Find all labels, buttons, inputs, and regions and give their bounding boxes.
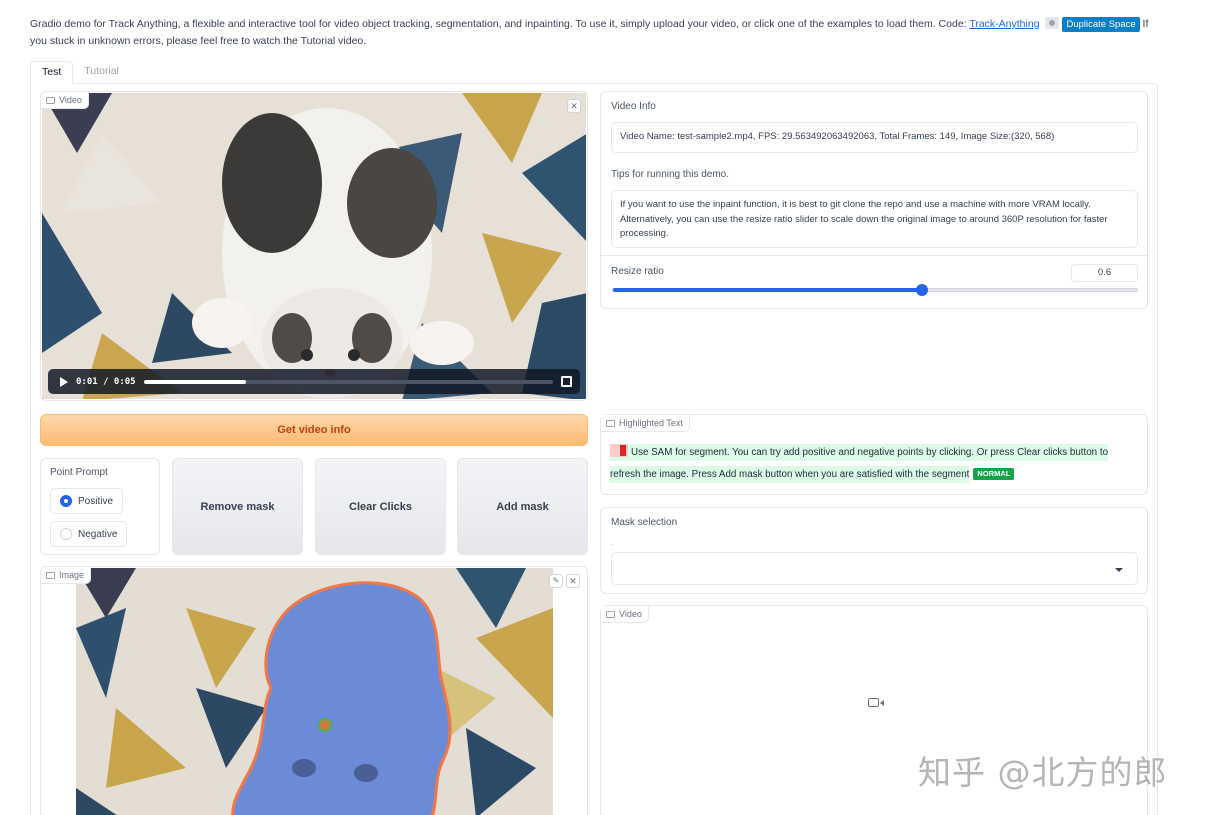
video-camera-icon: [46, 96, 55, 104]
highlighted-text-content: Use SAM for segment. You can try add pos…: [610, 442, 1138, 486]
highlighted-text-block: Highlighted Text Use SAM for segment. Yo…: [600, 414, 1148, 495]
video-label: Video: [41, 92, 89, 109]
remove-mask-button[interactable]: Remove mask: [172, 458, 303, 555]
tips-textbox[interactable]: If you want to use the inpaint function,…: [611, 190, 1138, 248]
mask-selection-label: Mask selection: [611, 517, 678, 528]
mask-overlay-image: [76, 568, 553, 815]
video-progress-fill: [143, 379, 246, 384]
video-progress-bar[interactable]: [143, 379, 553, 384]
highlighted-text-label: Highlighted Text: [601, 415, 690, 432]
video-info-label: Video Info: [611, 101, 656, 112]
close-video-button[interactable]: ✕: [567, 99, 581, 113]
tab-tutorial[interactable]: Tutorial: [73, 61, 130, 84]
resize-ratio-slider[interactable]: [612, 284, 1138, 296]
radio-unchecked-icon: [60, 528, 72, 540]
duplicate-space-badge[interactable]: Duplicate Space: [1062, 17, 1140, 32]
video-info-textbox[interactable]: Video Name: test-sample2.mp4, FPS: 29.56…: [611, 122, 1138, 153]
tab-bar: Test Tutorial: [30, 61, 130, 84]
tab-test[interactable]: Test: [30, 61, 74, 84]
video-controls: 0:01 / 0:05: [48, 369, 580, 394]
mask-selection-dropdown[interactable]: [611, 552, 1138, 585]
mask-selection-block: Mask selection .: [600, 507, 1148, 594]
resize-ratio-number-input[interactable]: 0.6: [1071, 264, 1138, 282]
kitten-video-frame-image: [42, 93, 586, 399]
video-info-panel: Video Info Video Name: test-sample2.mp4,…: [600, 91, 1148, 309]
fullscreen-icon[interactable]: [561, 376, 572, 387]
radio-positive[interactable]: Positive: [50, 488, 124, 514]
image-icon: [46, 571, 55, 579]
color-swatch-icon: [610, 444, 628, 457]
github-icon: [1045, 17, 1060, 29]
chevron-down-icon: [1115, 568, 1123, 572]
point-prompt-title: Point Prompt: [50, 467, 108, 478]
close-image-button[interactable]: ✕: [566, 574, 580, 588]
add-mask-button[interactable]: Add mask: [457, 458, 588, 555]
slider-thumb[interactable]: [916, 284, 929, 296]
mask-selection-hint: .: [611, 538, 614, 547]
normal-tag: NORMAL: [973, 468, 1015, 480]
watermark: 知乎 @北方的郎: [918, 753, 1168, 792]
radio-negative[interactable]: Negative: [50, 521, 128, 547]
clear-clicks-button[interactable]: Clear Clicks: [315, 458, 446, 555]
point-prompt-group: Point Prompt Positive Negative: [40, 458, 160, 555]
highlighted-message: Use SAM for segment. You can try add pos…: [610, 447, 1109, 480]
image-block: Image ✎ ✕: [40, 566, 588, 815]
video-placeholder-icon: [868, 698, 884, 707]
video-frame[interactable]: [42, 93, 586, 399]
video-time: 0:01 / 0:05: [76, 376, 136, 387]
radio-checked-icon: [60, 495, 72, 507]
play-icon[interactable]: [60, 376, 68, 387]
highlight-icon: [606, 419, 615, 427]
output-video-label: Video: [601, 606, 649, 623]
slider-fill: [613, 288, 923, 292]
get-video-info-button[interactable]: Get video info: [40, 414, 588, 446]
image-label: Image: [41, 567, 92, 584]
segmentation-image[interactable]: [76, 568, 553, 815]
video-camera-icon: [606, 610, 615, 618]
divider: [601, 255, 1147, 256]
input-video-block: Video ✕ 0:01 / 0:05: [40, 91, 588, 401]
tips-label: Tips for running this demo.: [611, 169, 730, 180]
resize-ratio-label: Resize ratio: [611, 266, 664, 277]
intro-description: Gradio demo for Track Anything, a flexib…: [30, 18, 970, 30]
track-anything-link[interactable]: Track-Anything: [969, 18, 1039, 30]
intro-text: Gradio demo for Track Anything, a flexib…: [30, 16, 1160, 50]
edit-pencil-icon[interactable]: ✎: [549, 574, 563, 588]
